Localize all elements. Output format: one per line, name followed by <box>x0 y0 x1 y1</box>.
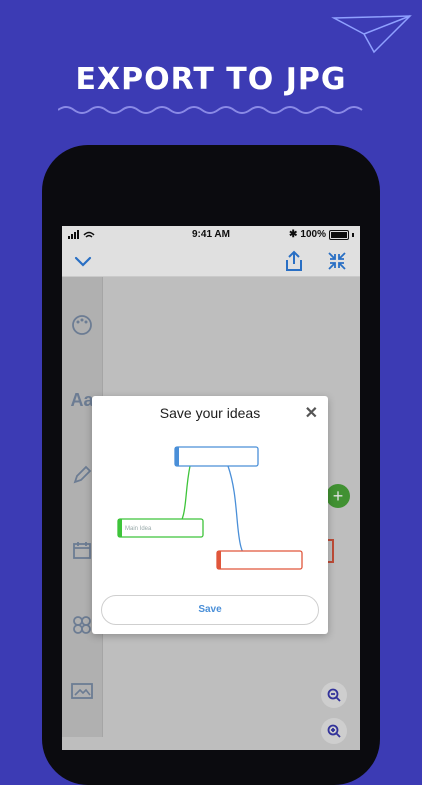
root-node[interactable] <box>174 446 259 467</box>
node-label: Main Idea <box>125 526 152 532</box>
paper-plane-icon <box>331 15 412 54</box>
close-icon[interactable]: ✕ <box>305 403 318 423</box>
child-node-red[interactable] <box>216 550 303 570</box>
app-screen: 9:41 AM ✱ 100% Aa + Save your ideas ✕ Ma… <box>62 226 360 750</box>
save-dialog: Save your ideas ✕ Main Idea Save <box>92 396 328 634</box>
headline: EXPORT TO JPG <box>75 62 347 97</box>
save-button[interactable]: Save <box>101 595 319 625</box>
mindmap-preview <box>117 446 303 570</box>
dialog-title: Save your ideas <box>159 405 261 421</box>
wavy-underline <box>58 106 363 114</box>
